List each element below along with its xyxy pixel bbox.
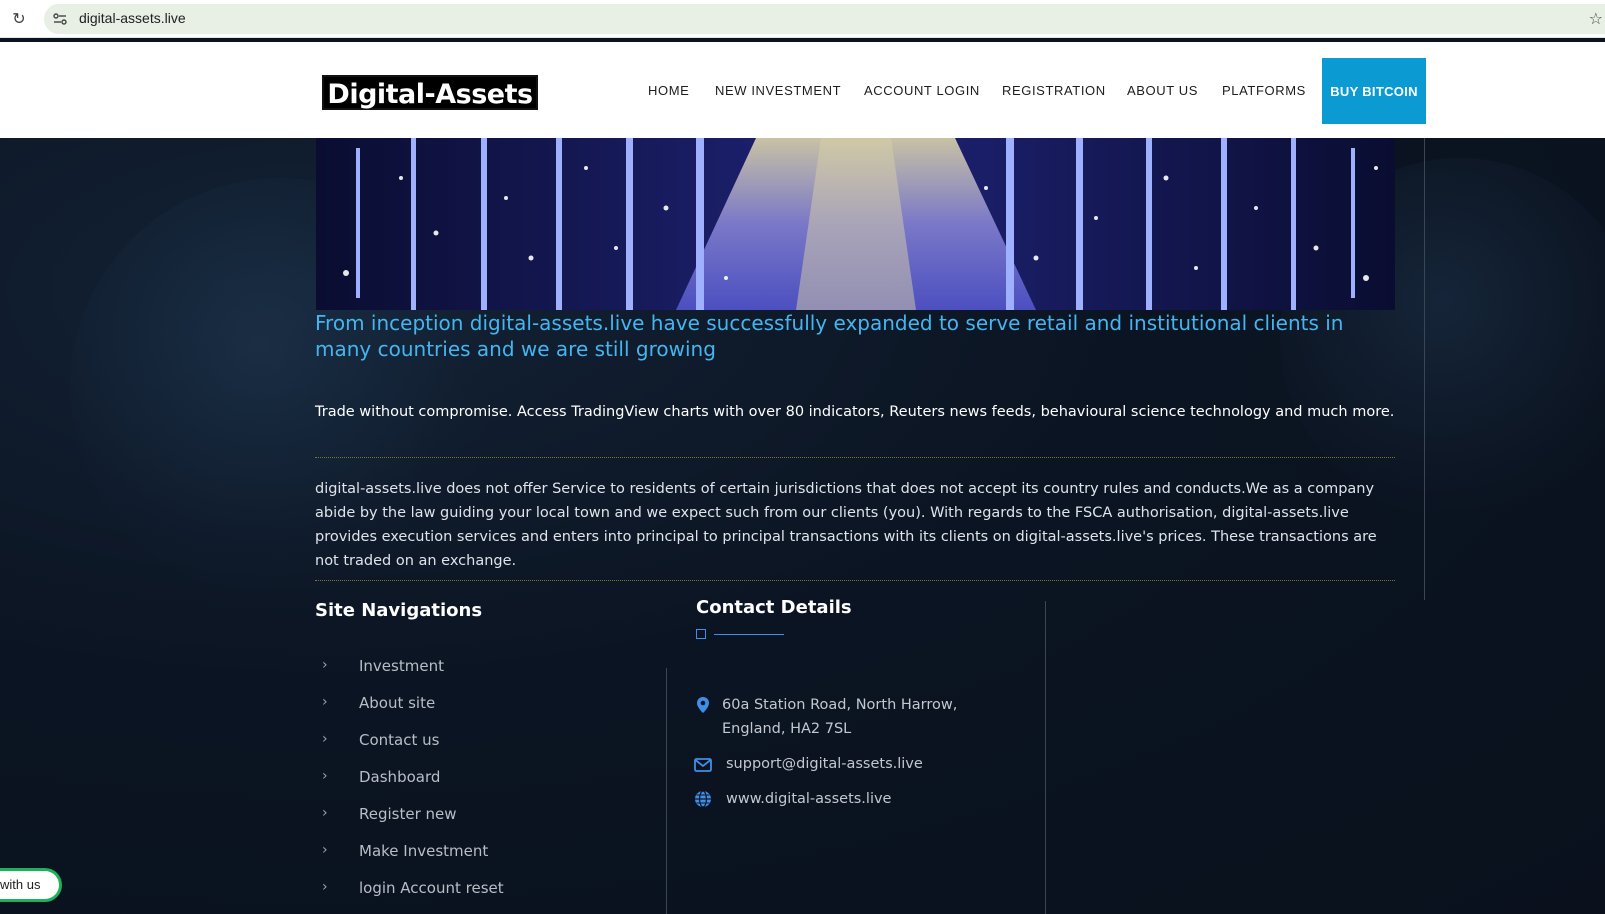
section-divider-right — [1424, 138, 1425, 600]
jurisdiction-disclaimer: digital-assets.live does not offer Servi… — [315, 481, 1377, 569]
footer-column-divider — [666, 668, 667, 914]
chevron-right-icon: › — [322, 731, 328, 747]
footer-link-contact-us[interactable]: › Contact us — [315, 731, 655, 755]
footer-link-label: Contact us — [359, 731, 440, 749]
lead-statement: From inception digital-assets.live have … — [315, 311, 1344, 361]
map-pin-icon — [697, 697, 709, 713]
nav-account-login[interactable]: ACCOUNT LOGIN — [864, 83, 980, 98]
footer-link-label: Investment — [359, 657, 444, 675]
heading-underline-decoration — [696, 628, 788, 640]
main-content: From inception digital-assets.live have … — [0, 138, 1605, 914]
site-navigations-heading: Site Navigations — [315, 600, 483, 621]
address-bar[interactable]: digital-assets.live ☆ — [44, 4, 1605, 34]
browser-toolbar: ↻ digital-assets.live ☆ — [0, 0, 1605, 38]
footer-link-dashboard[interactable]: › Dashboard — [315, 768, 655, 792]
envelope-icon — [694, 758, 712, 772]
chevron-right-icon: › — [322, 842, 328, 858]
contact-details-heading: Contact Details — [696, 597, 852, 618]
footer-link-label: Make Investment — [359, 842, 489, 860]
chevron-right-icon: › — [322, 657, 328, 673]
trade-description: Trade without compromise. Access Trading… — [315, 404, 1395, 420]
nav-new-investment[interactable]: NEW INVESTMENT — [715, 83, 841, 98]
footer-link-investment[interactable]: › Investment — [315, 657, 655, 681]
content-divider — [315, 580, 1395, 581]
chevron-right-icon: › — [322, 805, 328, 821]
footer-link-label: Register new — [359, 805, 457, 823]
nav-registration[interactable]: REGISTRATION — [1002, 83, 1106, 98]
chevron-right-icon: › — [322, 694, 328, 710]
hero-image-datacenter — [316, 138, 1395, 310]
footer-link-label: About site — [359, 694, 436, 712]
footer-link-make-investment[interactable]: › Make Investment — [315, 842, 655, 866]
address-line-2: England, HA2 7SL — [722, 721, 852, 737]
footer-link-about-site[interactable]: › About site — [315, 694, 655, 718]
footer-link-label: login Account reset — [359, 879, 504, 897]
chat-widget-button[interactable]: with us — [0, 868, 62, 902]
site-header: Digital-Assets HOME NEW INVESTMENT ACCOU… — [0, 42, 1605, 138]
footer-column-divider — [1045, 601, 1046, 914]
website-link[interactable]: www.digital-assets.live — [726, 787, 891, 811]
chevron-right-icon: › — [322, 879, 328, 895]
url-text[interactable]: digital-assets.live — [79, 10, 186, 26]
site-logo[interactable]: Digital-Assets — [322, 75, 538, 110]
globe-icon — [695, 790, 711, 808]
address-line-1: 60a Station Road, North Harrow, — [722, 697, 958, 713]
footer-link-label: Dashboard — [359, 768, 441, 786]
footer-link-account-reset[interactable]: › login Account reset — [315, 879, 655, 903]
buy-bitcoin-button[interactable]: BUY BITCOIN — [1322, 58, 1426, 124]
nav-home[interactable]: HOME — [648, 83, 689, 98]
content-divider — [315, 457, 1395, 458]
nav-about-us[interactable]: ABOUT US — [1127, 83, 1198, 98]
email-link[interactable]: support@digital-assets.live — [726, 752, 923, 776]
nav-platforms[interactable]: PLATFORMS — [1222, 83, 1306, 98]
site-settings-icon[interactable] — [52, 11, 68, 27]
footer-link-register-new[interactable]: › Register new — [315, 805, 655, 829]
reload-icon[interactable]: ↻ — [9, 9, 29, 29]
star-icon[interactable]: ☆ — [1589, 9, 1603, 28]
chevron-right-icon: › — [322, 768, 328, 784]
